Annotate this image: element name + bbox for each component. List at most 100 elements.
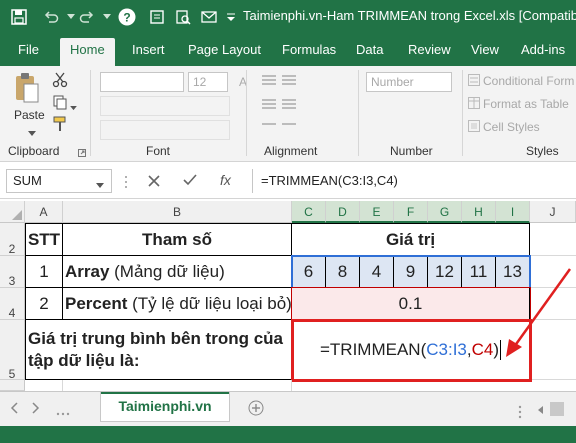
cell-d3[interactable]: 8 <box>326 256 360 288</box>
number-group-label: Number <box>390 144 433 158</box>
cell-styles-icon[interactable] <box>468 120 480 135</box>
row-header-6[interactable] <box>0 380 25 391</box>
select-all-corner[interactable] <box>0 201 25 223</box>
email-icon[interactable] <box>200 8 218 26</box>
cell-c5-merged[interactable]: =TRIMMEAN(C3:I3, C4) <box>292 320 530 380</box>
tab-formulas[interactable]: Formulas <box>282 40 336 66</box>
tab-view[interactable]: View <box>471 40 499 66</box>
copy-icon[interactable] <box>52 94 68 113</box>
cell-a4[interactable]: 2 <box>25 288 63 320</box>
redo-icon[interactable] <box>78 8 96 26</box>
font-grow-icon[interactable]: A <box>238 74 252 91</box>
name-box-dropdown-icon[interactable] <box>96 178 104 192</box>
font-size-box[interactable]: 12 <box>188 72 228 92</box>
customize-qat-icon[interactable] <box>222 8 240 26</box>
row-header-4[interactable]: 4 <box>0 288 25 320</box>
cell-i3[interactable]: 13 <box>496 256 530 288</box>
column-header-d[interactable]: D <box>326 201 360 223</box>
font-name-box[interactable] <box>100 72 184 92</box>
tab-review[interactable]: Review <box>408 40 451 66</box>
cell-a6[interactable] <box>25 380 63 391</box>
formula-bar: SUM fx =TRIMMEAN(C3:I3,C4) <box>0 163 576 199</box>
cell-styles-label[interactable]: Cell Styles <box>483 120 540 134</box>
formula-ref-c3-i3: C3:I3 <box>426 339 467 359</box>
array-label: Array <box>65 261 110 281</box>
column-header-j[interactable]: J <box>530 201 576 223</box>
format-painter-icon[interactable] <box>52 116 68 135</box>
clipboard-group-label: Clipboard <box>8 144 60 158</box>
help-icon[interactable]: ? <box>118 8 136 26</box>
tab-page-layout[interactable]: Page Layout <box>188 40 261 66</box>
conditional-format-label[interactable]: Conditional Form <box>483 74 574 88</box>
format-as-table-icon[interactable] <box>468 97 480 112</box>
font-size-value: 12 <box>193 75 207 89</box>
touch-mode-icon[interactable] <box>148 8 166 26</box>
ribbon-separator <box>358 70 359 156</box>
formula-input[interactable]: =TRIMMEAN(C3:I3,C4) <box>252 169 576 193</box>
cut-icon[interactable] <box>52 72 68 91</box>
cancel-icon[interactable] <box>148 175 160 190</box>
new-sheet-icon[interactable] <box>248 400 264 419</box>
worksheet-grid[interactable]: A B C D E F G H I J 2 3 4 5 STT Tham số … <box>0 201 576 391</box>
tab-home[interactable]: Home <box>60 38 115 66</box>
copy-dropdown-icon[interactable] <box>70 100 77 114</box>
percent-label: Percent <box>65 293 128 313</box>
tab-file[interactable]: File <box>18 40 39 66</box>
number-format-box[interactable]: Number <box>366 72 452 92</box>
paste-dropdown-icon[interactable] <box>28 126 36 140</box>
row-header-2[interactable]: 2 <box>0 223 25 256</box>
hscroll-left-icon[interactable] <box>536 404 546 418</box>
insert-function-icon[interactable]: fx <box>220 172 231 188</box>
cell-b6[interactable] <box>63 380 292 391</box>
font-color-row <box>100 120 230 140</box>
sheet-options-dots-icon[interactable] <box>518 405 522 422</box>
text-cursor <box>500 339 502 360</box>
cell-a3[interactable]: 1 <box>25 256 63 288</box>
undo-icon[interactable] <box>42 8 60 26</box>
cell-a5-merged[interactable]: Giá trị trung bình bên trong của tập dữ … <box>25 320 292 380</box>
column-header-c[interactable]: C <box>292 201 326 223</box>
cell-c2-merged[interactable]: Giá trị <box>292 223 530 256</box>
ribbon-separator <box>462 70 463 156</box>
format-as-table-label[interactable]: Format as Table <box>483 97 569 111</box>
formula-bar-grip-icon <box>124 175 128 192</box>
ribbon-tabs: File Home Insert Page Layout Formulas Da… <box>0 34 576 66</box>
column-header-b[interactable]: B <box>63 201 292 223</box>
cell-g3[interactable]: 12 <box>428 256 462 288</box>
column-header-f[interactable]: F <box>394 201 428 223</box>
paste-icon[interactable] <box>14 72 40 109</box>
sheet-tab-taimienphi[interactable]: Taimienphi.vn <box>100 392 230 422</box>
scroll-tabs-right-icon[interactable] <box>32 402 40 417</box>
cell-b4[interactable]: Percent (Tỷ lệ dữ liệu loại bỏ) <box>63 288 292 320</box>
row-header-5[interactable]: 5 <box>0 320 25 381</box>
cell-a2[interactable]: STT <box>25 223 63 256</box>
cell-f3[interactable]: 9 <box>394 256 428 288</box>
clipboard-launcher-icon[interactable] <box>78 146 86 160</box>
cell-h3[interactable]: 11 <box>462 256 496 288</box>
align-top-icon[interactable] <box>262 74 322 137</box>
save-icon[interactable] <box>10 8 28 26</box>
cell-b2[interactable]: Tham số <box>63 223 292 256</box>
conditional-format-icon[interactable] <box>468 74 480 89</box>
ribbon-separator <box>246 70 247 156</box>
tab-insert[interactable]: Insert <box>132 40 165 66</box>
hscroll-thumb[interactable] <box>550 402 564 416</box>
cell-b3[interactable]: Array (Mảng dữ liệu) <box>63 256 292 288</box>
paste-label[interactable]: Paste <box>14 108 45 122</box>
redo-dropdown-icon[interactable] <box>98 8 116 26</box>
column-header-i[interactable]: I <box>496 201 530 223</box>
cell-e3[interactable]: 4 <box>360 256 394 288</box>
tab-scroll-dots-icon[interactable] <box>56 405 70 419</box>
column-header-g[interactable]: G <box>428 201 462 223</box>
enter-icon[interactable] <box>183 174 197 189</box>
row-header-3[interactable]: 3 <box>0 256 25 288</box>
tab-data[interactable]: Data <box>356 40 383 66</box>
column-header-a[interactable]: A <box>25 201 63 223</box>
cell-c4-merged[interactable]: 0.1 <box>292 288 530 320</box>
scroll-tabs-left-icon[interactable] <box>10 402 18 417</box>
column-header-e[interactable]: E <box>360 201 394 223</box>
cell-c3[interactable]: 6 <box>292 256 326 288</box>
print-preview-icon[interactable] <box>174 8 192 26</box>
tab-add-ins[interactable]: Add-ins <box>521 40 565 66</box>
column-header-h[interactable]: H <box>462 201 496 223</box>
